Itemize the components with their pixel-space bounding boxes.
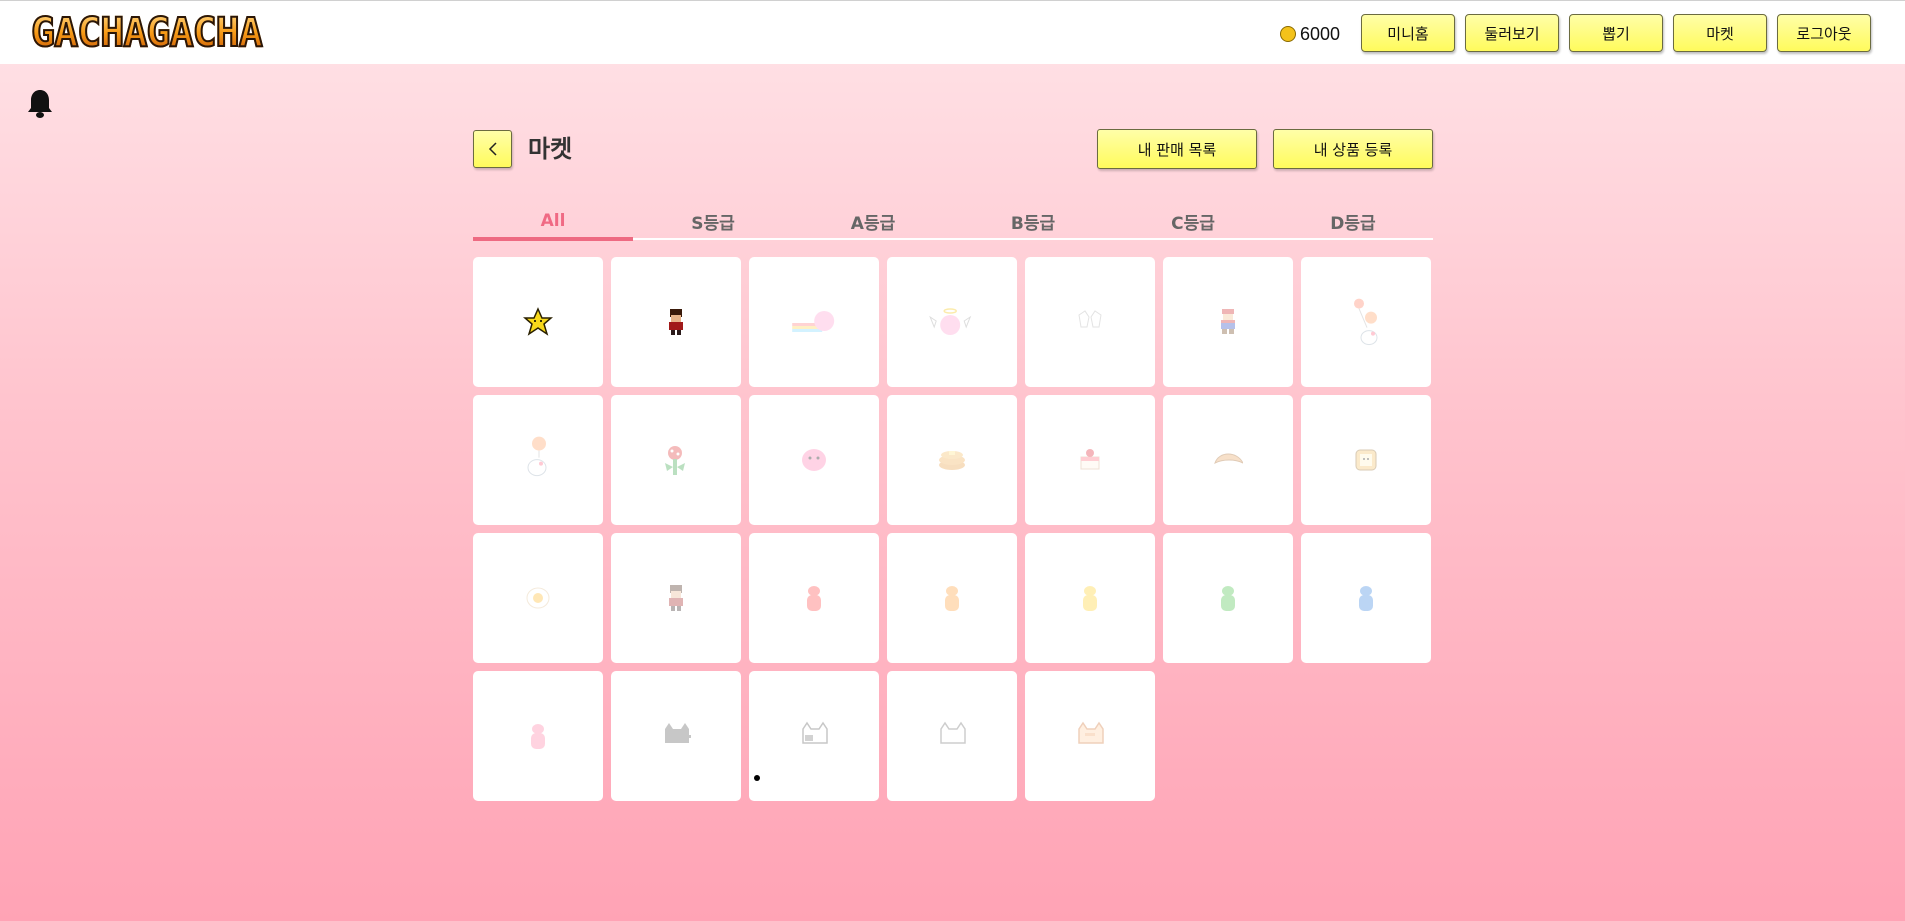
white-cat-icon	[937, 721, 967, 751]
tab-d-grade[interactable]: D등급	[1273, 204, 1433, 238]
market-item-card[interactable]	[473, 395, 603, 525]
market-item-card[interactable]	[887, 395, 1017, 525]
market-item-card[interactable]	[749, 533, 879, 663]
piranha-plant-icon	[661, 445, 691, 475]
market-item-card[interactable]	[1163, 395, 1293, 525]
orange-cat-icon	[1075, 721, 1105, 751]
market-item-card[interactable]	[887, 257, 1017, 387]
pink-gummy-icon	[523, 721, 553, 751]
white-gray-cat-icon	[799, 721, 829, 751]
coin-balance: 6000	[1280, 23, 1340, 45]
tab-b-grade[interactable]: B등급	[953, 204, 1113, 238]
gray-cat-icon	[661, 721, 691, 751]
kitty-balloon-icon	[523, 426, 553, 493]
tab-s-grade[interactable]: S등급	[633, 204, 793, 238]
pixel-boy-icon	[661, 583, 691, 613]
kitty-balloons-icon	[1351, 288, 1381, 355]
chevron-left-icon	[488, 142, 497, 156]
market-item-card[interactable]	[749, 257, 879, 387]
orange-gummy-icon	[937, 583, 967, 613]
nav-minihome-button[interactable]: 미니홈	[1361, 14, 1455, 52]
nav-logout-button[interactable]: 로그아웃	[1777, 14, 1871, 52]
market-item-card[interactable]	[1025, 395, 1155, 525]
market-item-card[interactable]	[473, 671, 603, 801]
market-item-card[interactable]	[611, 671, 741, 801]
kirby-rainbow-icon	[779, 307, 849, 337]
market-item-card[interactable]	[611, 395, 741, 525]
red-gummy-icon	[799, 583, 829, 613]
nav-browse-button[interactable]: 둘러보기	[1465, 14, 1559, 52]
market-item-card[interactable]	[611, 533, 741, 663]
pancake-icon	[937, 445, 967, 475]
market-item-card[interactable]	[749, 395, 879, 525]
market-item-card[interactable]	[1301, 533, 1431, 663]
blue-gummy-icon	[1351, 583, 1381, 613]
mario-icon	[1213, 307, 1243, 337]
market-item-card[interactable]	[1025, 671, 1155, 801]
nav-market-button[interactable]: 마켓	[1673, 14, 1767, 52]
market-item-card[interactable]	[749, 671, 879, 801]
pink-blob-icon	[799, 445, 829, 475]
mouse-cursor	[754, 775, 760, 781]
star-icon	[523, 307, 553, 337]
tab-c-grade[interactable]: C등급	[1113, 204, 1273, 238]
market-item-card[interactable]	[473, 533, 603, 663]
active-tab-indicator	[473, 237, 633, 241]
market-item-card[interactable]	[1025, 257, 1155, 387]
tab-a-grade[interactable]: A등급	[793, 204, 953, 238]
market-item-card[interactable]	[1301, 395, 1431, 525]
tab-all[interactable]: All	[473, 204, 633, 238]
toast-icon	[1351, 445, 1381, 475]
nav-draw-button[interactable]: 뽑기	[1569, 14, 1663, 52]
market-item-card[interactable]	[611, 257, 741, 387]
market-item-card[interactable]	[1025, 533, 1155, 663]
kirby-angel-icon	[917, 307, 987, 337]
market-item-card[interactable]	[1163, 257, 1293, 387]
coin-icon	[1280, 26, 1296, 42]
market-item-card[interactable]	[1301, 257, 1431, 387]
grade-tabs: All S등급 A등급 B등급 C등급 D등급	[473, 204, 1433, 241]
cake-icon	[1075, 445, 1105, 475]
coin-count: 6000	[1300, 23, 1341, 44]
bell-icon[interactable]	[26, 88, 54, 120]
my-sales-button[interactable]: 내 판매 목록	[1097, 129, 1257, 169]
market-item-card[interactable]	[473, 257, 603, 387]
market-item-card[interactable]	[887, 533, 1017, 663]
market-item-card[interactable]	[1163, 533, 1293, 663]
yellow-gummy-icon	[1075, 583, 1105, 613]
market-item-card[interactable]	[887, 671, 1017, 801]
egg-icon	[523, 583, 553, 613]
register-item-button[interactable]: 내 상품 등록	[1273, 129, 1433, 169]
gacha-logo[interactable]: GACHAGACHA	[30, 12, 264, 54]
page-title: 마켓	[528, 135, 573, 163]
croissant-icon	[1213, 445, 1243, 475]
white-gloves-icon	[1075, 307, 1105, 337]
back-button[interactable]	[473, 130, 512, 168]
top-header: GACHAGACHA 6000 미니홈 둘러보기 뽑기 마켓 로그아웃	[0, 0, 1905, 64]
pixel-boy-icon	[661, 307, 691, 337]
green-gummy-icon	[1213, 583, 1243, 613]
